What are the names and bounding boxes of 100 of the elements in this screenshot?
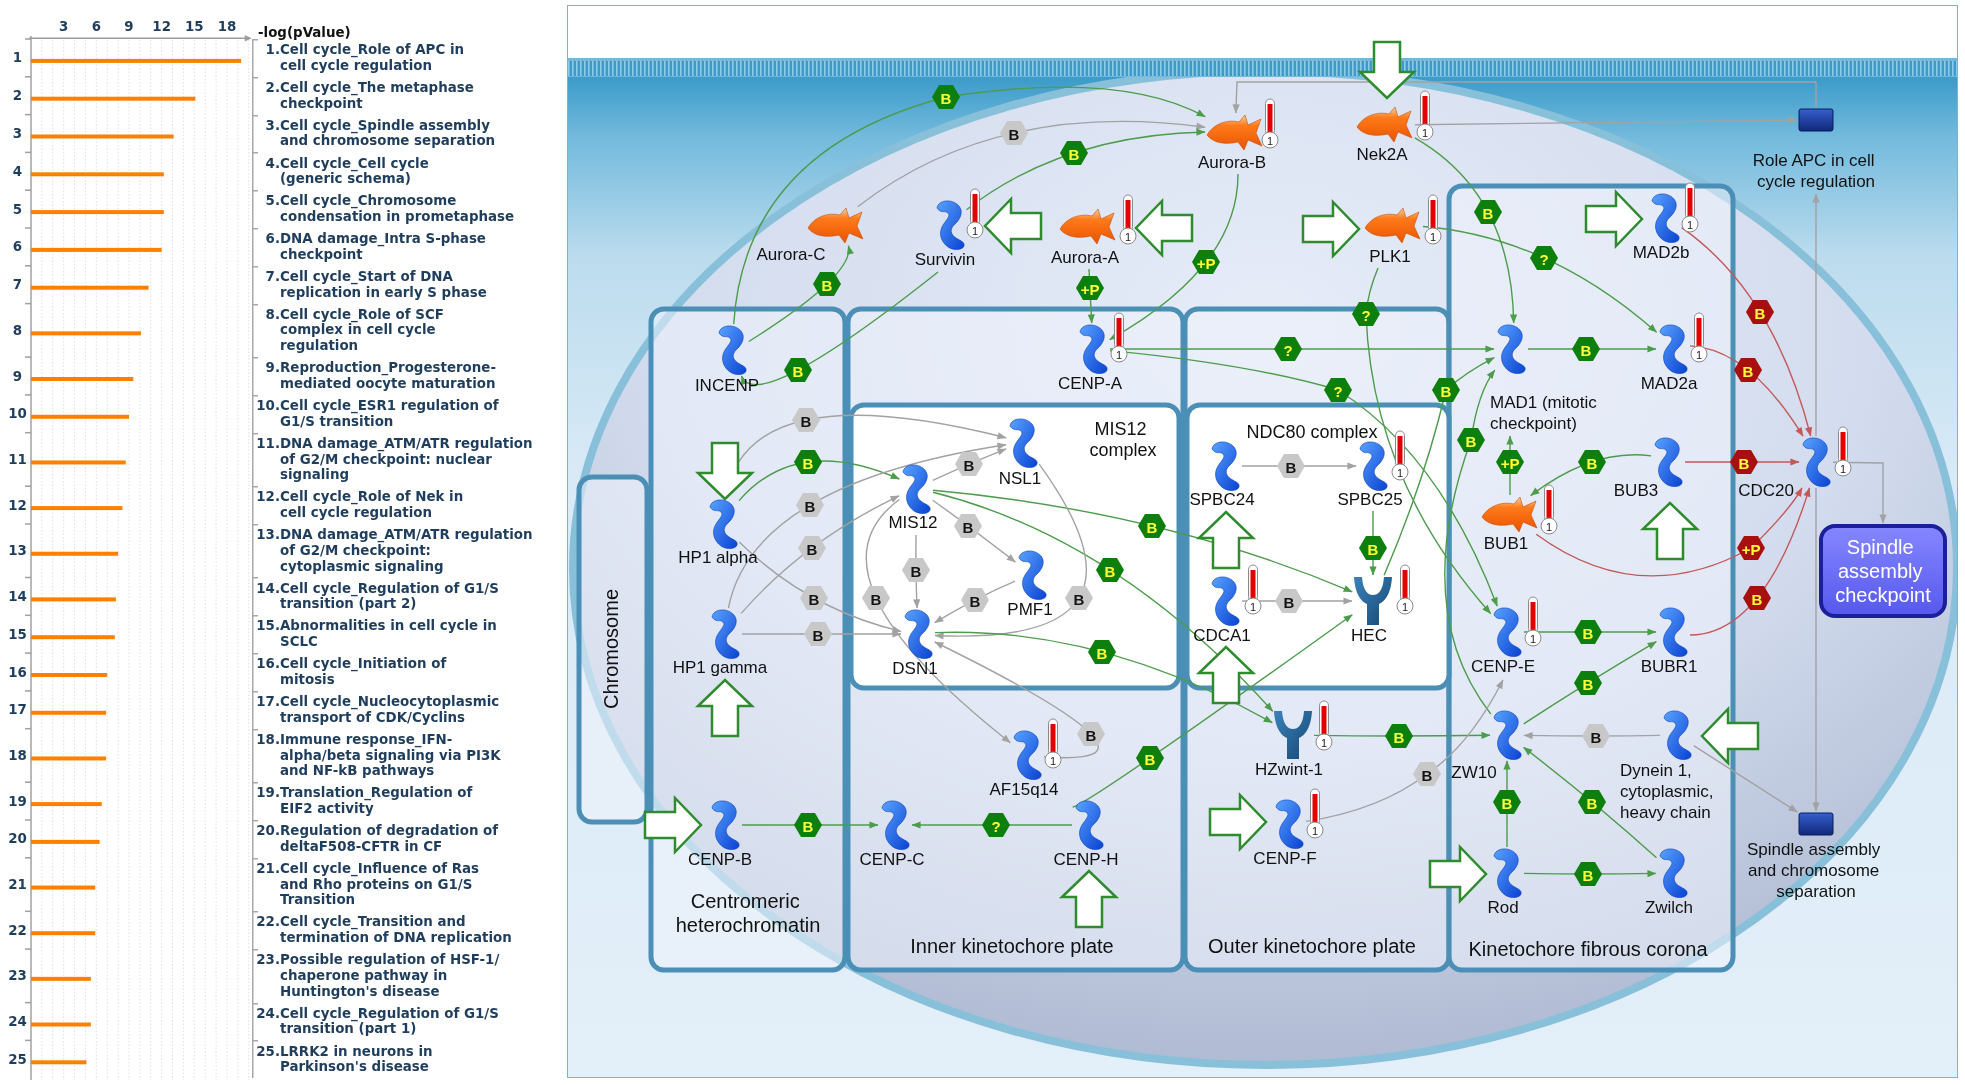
pathway-name: Cell cycle_Spindle assembly and chromosome separation (280, 117, 496, 150)
mechanism-badge: B (1578, 450, 1606, 474)
pathway-name: DNA damage_ATM/ATR regulation of G2/M checkpoint: nuclear signaling (280, 435, 533, 483)
mechanism-badge: B (792, 408, 820, 432)
mechanism-badge: B (800, 586, 828, 610)
pathway-number: 1. (264, 42, 280, 59)
mechanism-badge: B (813, 272, 841, 296)
mechanism-badge: B (1136, 746, 1164, 770)
thermometer-label: 1 (1401, 600, 1409, 613)
node-label: CENP-C (859, 849, 925, 869)
mechanism-badge: B (1582, 724, 1610, 748)
thermometer-icon (1391, 430, 1409, 481)
block-arrow-icon (1134, 197, 1194, 259)
node-label: MIS12 (888, 512, 938, 532)
block-arrow-icon (1058, 869, 1120, 929)
squiggle-icon (904, 609, 933, 659)
node-label: MAD2b (1632, 242, 1690, 262)
squiggle-icon (1075, 800, 1104, 850)
node-label: Survivin (914, 249, 976, 269)
compartment-label: Inner kinetochore plate (910, 935, 1114, 957)
block-arrow-icon (1195, 645, 1257, 705)
pathway-number: 6. (264, 231, 280, 249)
mechanism-badge: B (1413, 762, 1441, 786)
pathway-number: 3. (264, 117, 280, 134)
row-number: 3 (12, 126, 23, 141)
mechanism-badge: B (1385, 724, 1413, 748)
pathway-name: Cell cycle_Regulation of G1/S transition (part 1) (280, 1005, 499, 1038)
mechanism-badge: B (932, 85, 960, 109)
mechanism-badge: B (1359, 536, 1387, 560)
node-label: MAD1 (mitotic checkpoint) (1490, 392, 1597, 433)
mechanism-badge: +P (1737, 536, 1765, 560)
thermometer-label: 1 (1396, 466, 1404, 479)
row-number: 13 (8, 543, 27, 559)
squiggle-icon (1651, 193, 1680, 243)
mechanism-badge: B (954, 514, 982, 538)
mechanism-badge: B (1432, 378, 1460, 402)
bar (31, 885, 96, 890)
node-label: HP1 gamma (672, 657, 768, 677)
pathway-number: 25. (255, 1043, 280, 1061)
node-label: AF15q14 (989, 779, 1059, 799)
squiggle-icon (1018, 550, 1047, 600)
mechanism-badge: B (1077, 722, 1105, 746)
row-number: 5 (12, 201, 23, 217)
bar (31, 1060, 87, 1065)
block-arrow-icon (1428, 843, 1488, 905)
node-label: ZW10 (1451, 762, 1497, 782)
thermometer-label: 1 (1695, 348, 1703, 361)
bar (31, 976, 91, 981)
thermometer-icon (1524, 596, 1542, 647)
squiggle-icon (1493, 607, 1522, 657)
node-label: SPBC25 (1337, 489, 1403, 509)
pathway-number: 5. (264, 193, 280, 210)
thermometer-label: 1 (1545, 520, 1553, 533)
thermometer-label: 1 (1839, 462, 1847, 475)
thermometer-icon (1690, 312, 1708, 363)
squiggle-icon (1663, 710, 1692, 760)
mechanism-badge: B (862, 586, 890, 610)
thermometer-label: 1 (1686, 218, 1694, 231)
tick-label: 15 (185, 18, 204, 34)
node-label: PLK1 (1369, 246, 1411, 266)
pathway-name: Cell cycle_Regulation of G1/S transition (part 2) (280, 580, 499, 613)
mechanism-badge: B (1578, 790, 1606, 814)
mechanism-badge: B (794, 813, 822, 837)
pathway-name: Cell cycle_Transition and termination of DNA replication (280, 914, 512, 946)
node-label: BUB3 (1613, 480, 1659, 500)
fish-icon (1364, 207, 1421, 244)
bar (31, 802, 102, 807)
thermometer-icon (1681, 182, 1699, 233)
pathway-name: Cell cycle_Role of Nek in cell cycle regulation (280, 489, 464, 521)
pathway-number: 12. (255, 489, 280, 506)
node-label: Role APC in cell cycle regulation (1752, 150, 1876, 191)
node-label: CENP-F (1253, 848, 1317, 868)
mechanism-badge: B (1088, 640, 1116, 664)
node-label: CENP-H (1053, 849, 1119, 869)
node-label: DSN1 (892, 658, 938, 678)
mechanism-badge: B (1734, 358, 1762, 382)
node-label: PMF1 (1007, 599, 1053, 619)
node-label: Aurora-B (1198, 152, 1266, 172)
mechanism-badge: ? (1352, 302, 1380, 326)
compartment-label: Kinetochore fibrous corona (1468, 938, 1708, 960)
mechanism-badge: B (1457, 428, 1485, 452)
pathway-name: Immune response_IFN- alpha/beta signaling via PI3K and NF-kB pathways (280, 731, 501, 779)
checkpoint-node: Spindle assembly checkpoint (1819, 524, 1947, 618)
thermometer-label: 1 (1421, 126, 1429, 139)
bar (31, 931, 96, 936)
pathway-number: 20. (255, 823, 280, 841)
thermometer-label: 1 (1320, 736, 1328, 749)
fish-icon (1059, 208, 1116, 245)
thermometer-icon (1119, 194, 1137, 245)
mechanism-badge: B (798, 536, 826, 560)
node-label: BUB1 (1483, 533, 1529, 553)
node-label: Spindle assembly and chromosome separation (1747, 839, 1881, 901)
squiggle-icon (711, 800, 740, 850)
thermometer-icon (1315, 700, 1333, 751)
thermometer-icon (1110, 312, 1128, 363)
pathway-name: LRRK2 in neurons in Parkinson's disease (280, 1043, 433, 1075)
mechanism-badge: B (1474, 200, 1502, 224)
mechanism-badge: B (1730, 450, 1758, 474)
node-label: Dynein 1, cytoplasmic, heavy chain (1620, 760, 1714, 822)
pathway-number: 11. (255, 435, 280, 453)
